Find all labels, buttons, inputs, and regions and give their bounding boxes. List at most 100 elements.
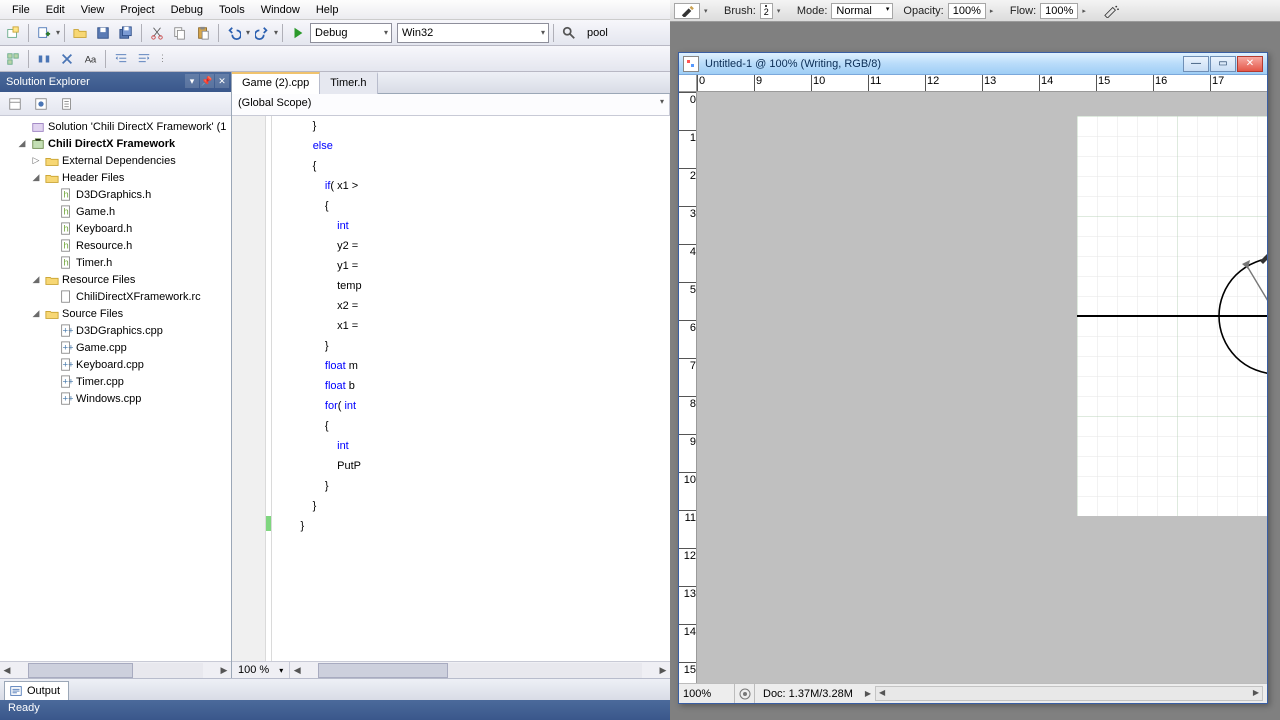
properties-button[interactable] (4, 93, 26, 115)
file-node[interactable]: hD3DGraphics.h (0, 186, 231, 203)
indent-button[interactable] (110, 48, 132, 70)
panel-dropdown-icon[interactable]: ▾ (185, 74, 199, 88)
menu-debug[interactable]: Debug (163, 2, 211, 18)
project-label: Chili DirectX Framework (48, 138, 175, 150)
visual-studio-window: File Edit View Project Debug Tools Windo… (0, 0, 670, 720)
save-all-button[interactable] (115, 22, 137, 44)
flow-field[interactable]: 100% (1040, 3, 1078, 19)
file-node[interactable]: ++D3DGraphics.cpp (0, 322, 231, 339)
status-bar: Ready (0, 700, 670, 720)
svg-text:++: ++ (63, 342, 74, 353)
outdent-button[interactable] (133, 48, 155, 70)
panel-close-icon[interactable]: ✕ (215, 74, 229, 88)
toggle-button-3[interactable]: Aa (79, 48, 101, 70)
document-title: Untitled-1 @ 100% (Writing, RGB/8) (705, 58, 881, 70)
file-node[interactable]: hTimer.h (0, 254, 231, 271)
menu-project[interactable]: Project (112, 2, 162, 18)
menu-file[interactable]: File (4, 2, 38, 18)
new-project-button[interactable] (2, 22, 24, 44)
output-tab[interactable]: Output (4, 681, 69, 700)
file-node[interactable]: hResource.h (0, 237, 231, 254)
add-item-button[interactable] (33, 22, 55, 44)
file-label: Game.cpp (76, 342, 127, 354)
tab-timer-h[interactable]: Timer.h (320, 72, 377, 94)
menu-help[interactable]: Help (308, 2, 347, 18)
canvas[interactable]: C (1077, 116, 1267, 516)
output-label: Output (27, 685, 60, 697)
doc-info[interactable]: Doc: 1.37M/3.28M (755, 688, 861, 700)
object-browser-button[interactable] (2, 48, 24, 70)
ruler-horizontal[interactable]: 091011121314151617181920212 (697, 75, 1267, 92)
file-label: Timer.cpp (76, 376, 124, 388)
show-all-button[interactable] (30, 93, 52, 115)
statusbar-hscroll[interactable]: ◀ ▶ (875, 686, 1263, 701)
brush-size: 2 (764, 7, 769, 17)
tool-preset-icon[interactable] (674, 3, 700, 19)
close-button[interactable]: ✕ (1237, 56, 1263, 72)
ext-deps-node[interactable]: ▷External Dependencies (0, 152, 231, 169)
project-node[interactable]: ◢Chili DirectX Framework (0, 135, 231, 152)
statusbar-toggle[interactable] (735, 684, 755, 703)
code-editor[interactable]: } else { if( x1 > { int y2 = y1 = temp x… (232, 116, 670, 661)
file-node[interactable]: ++Game.cpp (0, 339, 231, 356)
ruler-vertical[interactable]: 012345678910111213141516 (679, 92, 697, 683)
pencil-cursor-icon (1257, 242, 1267, 264)
start-debug-button[interactable] (287, 22, 309, 44)
modified-marker (266, 516, 271, 531)
zoom-field[interactable]: 100% (679, 684, 735, 703)
undo-button[interactable] (223, 22, 245, 44)
document-titlebar[interactable]: Untitled-1 @ 100% (Writing, RGB/8) — ▭ ✕ (679, 53, 1267, 75)
solution-explorer-title-text: Solution Explorer (6, 76, 90, 88)
headers-node[interactable]: ◢Header Files (0, 169, 231, 186)
file-node[interactable]: ++Windows.cpp (0, 390, 231, 407)
file-node[interactable]: hKeyboard.h (0, 220, 231, 237)
menu-edit[interactable]: Edit (38, 2, 73, 18)
solution-explorer-panel: Solution Explorer ▾ 📌 ✕ Solution 'Chili … (0, 72, 232, 678)
paste-button[interactable] (192, 22, 214, 44)
file-label: D3DGraphics.cpp (76, 325, 163, 337)
options-bar: ▾ Brush: 2 ▾ Mode: Normal Opacity: 100%▸… (670, 0, 1280, 22)
solution-tree[interactable]: Solution 'Chili DirectX Framework' (1 ◢C… (0, 116, 231, 661)
mode-dropdown[interactable]: Normal (831, 3, 893, 19)
airbrush-icon[interactable] (1102, 4, 1120, 18)
cut-button[interactable] (146, 22, 168, 44)
redo-button[interactable] (251, 22, 273, 44)
copy-button[interactable] (169, 22, 191, 44)
opacity-field[interactable]: 100% (948, 3, 986, 19)
zoom-dropdown[interactable]: 100 % (232, 662, 290, 678)
file-node[interactable]: ChiliDirectXFramework.rc (0, 288, 231, 305)
svg-text:h: h (63, 257, 68, 268)
solution-node[interactable]: Solution 'Chili DirectX Framework' (1 (0, 118, 231, 135)
resources-node[interactable]: ◢Resource Files (0, 271, 231, 288)
search-text[interactable]: pool (581, 27, 614, 39)
sources-node[interactable]: ◢Source Files (0, 305, 231, 322)
scope-dropdown[interactable]: (Global Scope) (232, 94, 670, 115)
file-node[interactable]: ++Keyboard.cpp (0, 356, 231, 373)
menu-view[interactable]: View (73, 2, 113, 18)
canvas-drawing: C (1077, 116, 1267, 516)
config-dropdown[interactable]: Debug (310, 23, 392, 43)
menu-window[interactable]: Window (253, 2, 308, 18)
tree-hscroll[interactable]: ◀▶ (0, 661, 231, 678)
panel-pin-icon[interactable]: 📌 (200, 74, 214, 88)
minimize-button[interactable]: — (1183, 56, 1209, 72)
open-button[interactable] (69, 22, 91, 44)
output-icon (9, 684, 23, 698)
platform-dropdown[interactable]: Win32 (397, 23, 549, 43)
tab-game-cpp[interactable]: Game (2).cpp (232, 72, 320, 94)
brush-picker[interactable]: 2 (760, 3, 773, 19)
refresh-button[interactable] (56, 93, 78, 115)
find-button[interactable] (558, 22, 580, 44)
code-text[interactable]: } else { if( x1 > { int y2 = y1 = temp x… (272, 116, 366, 661)
editor-hscroll[interactable]: 100 % ◀▶ (232, 661, 670, 678)
maximize-button[interactable]: ▭ (1210, 56, 1236, 72)
toggle-button-1[interactable] (33, 48, 55, 70)
canvas-area[interactable]: C (697, 92, 1267, 683)
save-button[interactable] (92, 22, 114, 44)
file-node[interactable]: hGame.h (0, 203, 231, 220)
doc-info-arrow-icon[interactable]: ▶ (865, 689, 871, 698)
toggle-button-2[interactable] (56, 48, 78, 70)
flow-label: Flow: (1010, 5, 1036, 17)
file-node[interactable]: ++Timer.cpp (0, 373, 231, 390)
menu-tools[interactable]: Tools (211, 2, 253, 18)
